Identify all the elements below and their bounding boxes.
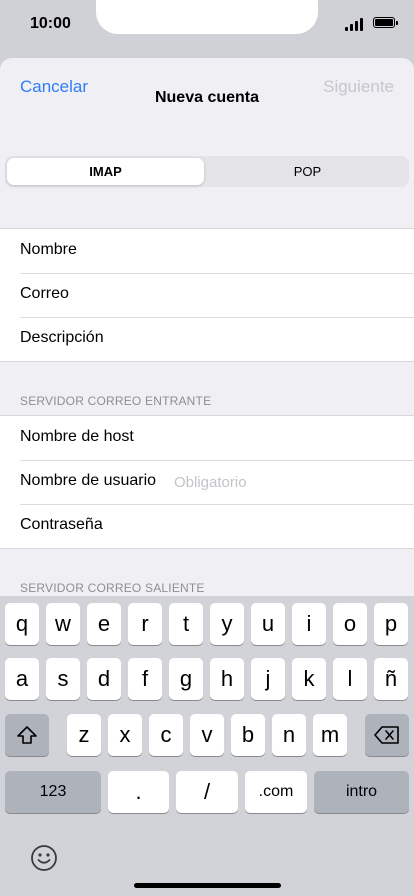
field-label: Descripción bbox=[20, 329, 104, 346]
key-i[interactable]: i bbox=[292, 603, 326, 645]
key-r[interactable]: r bbox=[128, 603, 162, 645]
description-field[interactable]: Descripción bbox=[0, 317, 414, 361]
key-n[interactable]: n bbox=[272, 714, 306, 756]
key-dotcom[interactable]: .com bbox=[245, 771, 307, 813]
key-u[interactable]: u bbox=[251, 603, 285, 645]
key-v[interactable]: v bbox=[190, 714, 224, 756]
signal-icon bbox=[345, 17, 365, 31]
key-k[interactable]: k bbox=[292, 658, 326, 700]
keyboard: q w e r t y u i o p a s d f g h j k l ñ … bbox=[0, 596, 414, 896]
username-placeholder: Obligatorio bbox=[174, 474, 247, 491]
status-time: 10:00 bbox=[30, 15, 71, 32]
shift-icon bbox=[17, 726, 37, 744]
outgoing-server-header: SERVIDOR CORREO SALIENTE bbox=[20, 581, 205, 595]
return-key[interactable]: intro bbox=[314, 771, 409, 813]
key-slash[interactable]: / bbox=[176, 771, 238, 813]
username-field[interactable]: Nombre de usuario Obligatorio bbox=[0, 460, 414, 504]
delete-key[interactable] bbox=[365, 714, 409, 756]
field-label: Nombre bbox=[20, 241, 77, 258]
key-j[interactable]: j bbox=[251, 658, 285, 700]
field-label: Correo bbox=[20, 285, 69, 302]
name-field[interactable]: Nombre bbox=[0, 229, 414, 273]
key-s[interactable]: s bbox=[46, 658, 80, 700]
incoming-server-header: SERVIDOR CORREO ENTRANTE bbox=[20, 394, 212, 408]
key-g[interactable]: g bbox=[169, 658, 203, 700]
key-h[interactable]: h bbox=[210, 658, 244, 700]
field-label: Nombre de host bbox=[20, 428, 134, 445]
key-d[interactable]: d bbox=[87, 658, 121, 700]
backspace-icon bbox=[374, 726, 399, 744]
key-m[interactable]: m bbox=[313, 714, 347, 756]
protocol-segmented-control: IMAP POP bbox=[5, 156, 409, 187]
status-bar: 10:00 bbox=[0, 0, 414, 48]
key-n-tilde[interactable]: ñ bbox=[374, 658, 408, 700]
segment-imap[interactable]: IMAP bbox=[7, 158, 204, 185]
field-label: Nombre de usuario bbox=[20, 472, 157, 489]
key-o[interactable]: o bbox=[333, 603, 367, 645]
emoji-button[interactable] bbox=[30, 844, 58, 872]
password-field[interactable]: Contraseña bbox=[0, 504, 414, 548]
email-field[interactable]: Correo bbox=[0, 273, 414, 317]
notch bbox=[96, 0, 318, 34]
key-l[interactable]: l bbox=[333, 658, 367, 700]
key-f[interactable]: f bbox=[128, 658, 162, 700]
incoming-server-group: Nombre de host Nombre de usuario Obligat… bbox=[0, 415, 414, 549]
key-w[interactable]: w bbox=[46, 603, 80, 645]
home-indicator[interactable] bbox=[134, 883, 281, 888]
emoji-icon bbox=[31, 845, 57, 871]
account-info-group: Nombre Correo Descripción bbox=[0, 228, 414, 362]
segment-pop[interactable]: POP bbox=[208, 158, 407, 185]
next-button[interactable]: Siguiente bbox=[323, 77, 394, 97]
numbers-key[interactable]: 123 bbox=[5, 771, 101, 813]
key-y[interactable]: y bbox=[210, 603, 244, 645]
key-z[interactable]: z bbox=[67, 714, 101, 756]
key-a[interactable]: a bbox=[5, 658, 39, 700]
key-x[interactable]: x bbox=[108, 714, 142, 756]
key-q[interactable]: q bbox=[5, 603, 39, 645]
battery-icon bbox=[373, 17, 398, 28]
shift-key[interactable] bbox=[5, 714, 49, 756]
key-e[interactable]: e bbox=[87, 603, 121, 645]
key-c[interactable]: c bbox=[149, 714, 183, 756]
key-b[interactable]: b bbox=[231, 714, 265, 756]
key-dot[interactable]: . bbox=[108, 771, 169, 813]
key-p[interactable]: p bbox=[374, 603, 408, 645]
field-label: Contraseña bbox=[20, 516, 103, 533]
key-t[interactable]: t bbox=[169, 603, 203, 645]
hostname-field[interactable]: Nombre de host bbox=[0, 416, 414, 460]
